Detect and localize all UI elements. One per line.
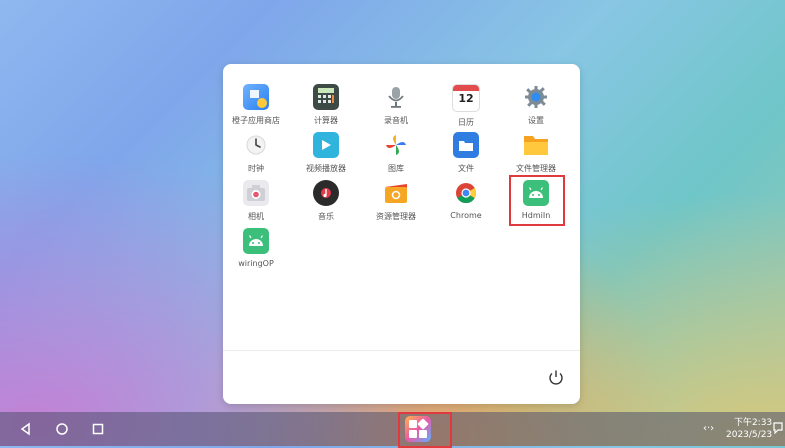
app-label: 橙子应用商店 xyxy=(232,116,280,125)
power-button[interactable] xyxy=(545,367,567,389)
app-label: 设置 xyxy=(528,116,544,125)
app-label: 图库 xyxy=(388,164,404,173)
android-icon xyxy=(243,228,269,254)
network-icon[interactable]: ‹·› xyxy=(703,423,714,434)
gear-icon xyxy=(523,84,549,110)
app-launcher-button[interactable] xyxy=(405,416,431,442)
app-label: 时钟 xyxy=(248,164,264,173)
pinwheel-icon xyxy=(383,132,409,158)
app-label: 视频播放器 xyxy=(306,164,346,173)
app-label: HdmiIn xyxy=(521,211,551,220)
chrome-icon xyxy=(453,180,479,206)
recents-button[interactable] xyxy=(89,420,107,438)
home-button[interactable] xyxy=(53,420,71,438)
taskbar: ‹·› 下午2:33 2023/5/23 xyxy=(0,412,785,448)
calculator-icon xyxy=(313,84,339,110)
app-label: 日历 xyxy=(458,118,474,127)
drawer-divider xyxy=(223,350,580,351)
app-label: 文件 xyxy=(458,164,474,173)
app-clock[interactable]: 时钟 xyxy=(225,132,287,174)
microphone-icon xyxy=(383,84,409,110)
clock-time: 下午2:33 xyxy=(733,418,773,428)
clock-date: 2023/5/23 xyxy=(726,430,773,440)
home-icon xyxy=(56,423,68,435)
folder-icon xyxy=(523,132,549,158)
app-label: wiringOP xyxy=(238,259,274,268)
app-files[interactable]: 文件 xyxy=(435,132,497,174)
app-label: 计算器 xyxy=(314,116,338,125)
camera-icon xyxy=(243,180,269,206)
app-hdmiin[interactable]: HdmiIn xyxy=(505,180,567,220)
back-icon xyxy=(20,422,30,436)
calendar-icon: 12 xyxy=(452,84,480,112)
play-icon xyxy=(313,132,339,158)
app-music[interactable]: 音乐 xyxy=(295,180,357,222)
app-label: Chrome xyxy=(450,211,482,220)
app-file-manager[interactable]: 文件管理器 xyxy=(505,132,567,174)
folder-icon xyxy=(453,132,479,158)
store-icon xyxy=(243,84,269,110)
app-resource-manager[interactable]: 资源管理器 xyxy=(365,180,427,222)
app-video-player[interactable]: 视频播放器 xyxy=(295,132,357,174)
app-label: 录音机 xyxy=(384,116,408,125)
wallet-icon xyxy=(383,180,409,206)
app-recorder[interactable]: 录音机 xyxy=(365,84,427,126)
app-camera[interactable]: 相机 xyxy=(225,180,287,222)
app-wiringop[interactable]: wiringOP xyxy=(225,228,287,268)
recents-icon xyxy=(92,423,104,435)
back-button[interactable] xyxy=(17,420,35,438)
app-drawer: 橙子应用商店 计算器 录音机 12 日历 设置 时钟 视频播放器 图库 文件 文… xyxy=(223,64,580,404)
app-chrome[interactable]: Chrome xyxy=(435,180,497,220)
app-label: 资源管理器 xyxy=(376,212,416,221)
app-calendar[interactable]: 12 日历 xyxy=(435,84,497,128)
app-settings[interactable]: 设置 xyxy=(505,84,567,126)
status-clock[interactable]: 下午2:33 2023/5/23 xyxy=(726,417,772,441)
android-icon xyxy=(523,180,549,206)
app-gallery[interactable]: 图库 xyxy=(365,132,427,174)
app-label: 相机 xyxy=(248,212,264,221)
music-icon xyxy=(313,180,339,206)
app-label: 音乐 xyxy=(318,212,334,221)
app-store[interactable]: 橙子应用商店 xyxy=(225,84,287,126)
app-label: 文件管理器 xyxy=(516,164,556,173)
notification-icon[interactable] xyxy=(773,422,783,437)
power-icon xyxy=(549,370,563,385)
calendar-date: 12 xyxy=(458,92,474,105)
app-calculator[interactable]: 计算器 xyxy=(295,84,357,126)
clock-icon xyxy=(243,132,269,158)
